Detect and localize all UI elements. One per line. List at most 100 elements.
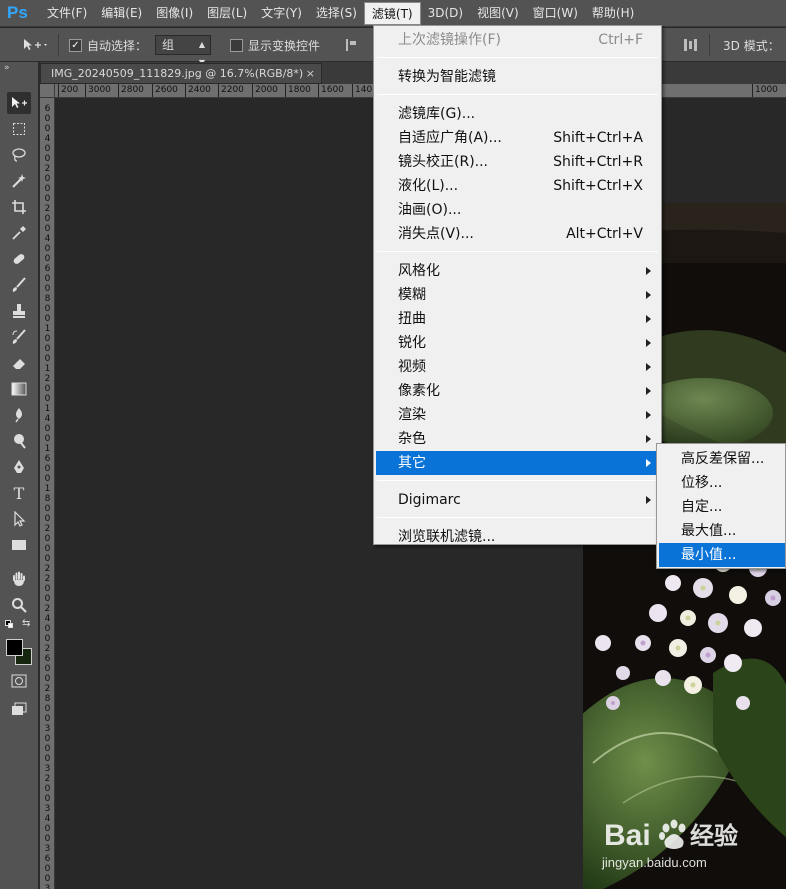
- collapse-icon[interactable]: »: [4, 63, 10, 73]
- distribute-icon[interactable]: [683, 28, 699, 62]
- rectangle-icon: [12, 540, 26, 550]
- baidu-logo: Bai 经验 jingyan.baidu.com: [601, 819, 738, 870]
- ruler-origin[interactable]: [40, 84, 55, 98]
- ruler-tick: 4: [44, 234, 51, 244]
- photoshop-logo: Ps: [7, 3, 28, 22]
- filter-menu-item[interactable]: 视频: [376, 355, 659, 379]
- marquee-tool[interactable]: [7, 118, 31, 140]
- other-submenu-item[interactable]: 位移...: [659, 471, 785, 495]
- ruler-tick: 8: [44, 694, 51, 704]
- auto-select-checkbox[interactable]: ✓: [69, 38, 82, 52]
- options-separator: [58, 28, 59, 62]
- show-transform-option[interactable]: 显示变换控件: [230, 28, 320, 62]
- filter-menu-item-label: 镜头校正(R)...: [398, 154, 489, 170]
- filter-menu-item[interactable]: 镜头校正(R)... Shift+Ctrl+R: [376, 150, 659, 174]
- menu-3[interactable]: 图层(L): [200, 2, 254, 25]
- filter-menu-item[interactable]: 自适应广角(A)... Shift+Ctrl+A: [376, 126, 659, 150]
- eraser-tool[interactable]: [7, 352, 31, 374]
- filter-menu-item[interactable]: Digimarc: [376, 488, 659, 512]
- ruler-tick: 1: [44, 404, 51, 414]
- filter-menu-item[interactable]: 滤镜库(G)...: [376, 102, 659, 126]
- menu-9[interactable]: 窗口(W): [526, 2, 585, 25]
- ruler-tick: 0: [44, 754, 51, 764]
- eyedropper-tool[interactable]: [7, 222, 31, 244]
- other-submenu-item[interactable]: 最大值...: [659, 519, 785, 543]
- pen-tool[interactable]: [7, 456, 31, 478]
- filter-menu-item[interactable]: 风格化: [376, 259, 659, 283]
- filter-menu-item[interactable]: 扭曲: [376, 307, 659, 331]
- history-brush-tool[interactable]: [7, 326, 31, 348]
- other-submenu-item[interactable]: 自定...: [659, 495, 785, 519]
- screen-mode-button[interactable]: [7, 698, 31, 720]
- menu-6[interactable]: 滤镜(T): [363, 2, 421, 25]
- auto-select-dropdown[interactable]: 组▲▼: [155, 28, 211, 67]
- ruler-tick: 0: [44, 334, 51, 344]
- menu-5[interactable]: 选择(S): [309, 2, 364, 25]
- ruler-tick: 0: [44, 834, 51, 844]
- menu-1[interactable]: 编辑(E): [94, 2, 149, 25]
- type-tool[interactable]: T: [7, 482, 31, 504]
- quick-mask-button[interactable]: [7, 670, 31, 692]
- shape-tool[interactable]: [7, 534, 31, 556]
- filter-menu-item[interactable]: 其它: [376, 451, 659, 475]
- other-submenu-item[interactable]: 高反差保留...: [659, 447, 785, 471]
- ruler-tick: 0: [44, 634, 51, 644]
- blur-tool[interactable]: [7, 404, 31, 426]
- menu-10[interactable]: 帮助(H): [585, 2, 641, 25]
- move-icon: [12, 97, 27, 108]
- show-transform-checkbox[interactable]: [230, 38, 243, 52]
- filter-menu-item[interactable]: 转换为智能滤镜: [376, 65, 659, 89]
- ruler-tick: 0: [44, 624, 51, 634]
- filter-menu-item[interactable]: 渲染: [376, 403, 659, 427]
- lasso-tool[interactable]: [7, 144, 31, 166]
- path-selection-tool[interactable]: [7, 508, 31, 530]
- filter-menu-item[interactable]: 像素化: [376, 379, 659, 403]
- auto-select-option[interactable]: ✓ 自动选择：: [69, 28, 147, 62]
- menu-4[interactable]: 文字(Y): [254, 2, 309, 25]
- swap-colors-icon[interactable]: ⇆: [22, 618, 30, 629]
- hand-tool[interactable]: [7, 568, 31, 590]
- document-tab[interactable]: IMG_20240509_111829.jpg @ 16.7%(RGB/8*) …: [40, 63, 322, 84]
- filter-menu-item[interactable]: 液化(L)... Shift+Ctrl+X: [376, 174, 659, 198]
- move-tool-preset[interactable]: [22, 28, 48, 62]
- healing-brush-tool[interactable]: [7, 248, 31, 270]
- ruler-tick: 0: [44, 744, 51, 754]
- gradient-tool[interactable]: [7, 378, 31, 400]
- ruler-tick: 2: [44, 774, 51, 784]
- ruler-tick: 3: [44, 804, 51, 814]
- foreground-color-swatch[interactable]: [6, 639, 23, 656]
- ruler-tick: 2400: [185, 84, 211, 97]
- ruler-tick: 0: [44, 824, 51, 834]
- document-tab-title: IMG_20240509_111829.jpg @ 16.7%(RGB/8*): [51, 67, 304, 80]
- filter-menu-item-label: 消失点(V)...: [398, 226, 474, 242]
- close-icon[interactable]: ×: [306, 64, 315, 83]
- menu-8[interactable]: 视图(V): [470, 2, 526, 25]
- magic-wand-tool[interactable]: [7, 170, 31, 192]
- default-colors-icon[interactable]: [5, 620, 14, 628]
- filter-menu-item[interactable]: 锐化: [376, 331, 659, 355]
- filter-menu-item-label: 杂色: [398, 431, 426, 447]
- filter-menu-item[interactable]: 杂色: [376, 427, 659, 451]
- align-top-icon[interactable]: [345, 28, 357, 62]
- filter-menu-item[interactable]: 消失点(V)... Alt+Ctrl+V: [376, 222, 659, 246]
- zoom-icon: [12, 598, 27, 613]
- filter-menu-item[interactable]: 浏览联机滤镜...: [376, 525, 659, 549]
- menu-separator: [377, 480, 658, 481]
- zoom-tool[interactable]: [7, 594, 31, 616]
- menu-0[interactable]: 文件(F): [40, 2, 94, 25]
- menu-7[interactable]: 3D(D): [421, 2, 470, 25]
- ruler-tick: 0: [44, 864, 51, 874]
- menu-2[interactable]: 图像(I): [149, 2, 200, 25]
- filter-menu-item[interactable]: 油画(O)...: [376, 198, 659, 222]
- submenu-arrow-icon: [646, 387, 651, 395]
- ruler-tick: 2: [44, 644, 51, 654]
- other-submenu-item[interactable]: 最小值...: [659, 543, 785, 567]
- filter-menu-item[interactable]: 模糊: [376, 283, 659, 307]
- dodge-tool[interactable]: [7, 430, 31, 452]
- clone-stamp-tool[interactable]: [7, 300, 31, 322]
- crop-tool[interactable]: [7, 196, 31, 218]
- brush-tool[interactable]: [7, 274, 31, 296]
- ruler-tick: 2: [44, 684, 51, 694]
- ruler-tick: 0: [44, 504, 51, 514]
- move-tool[interactable]: [7, 92, 31, 114]
